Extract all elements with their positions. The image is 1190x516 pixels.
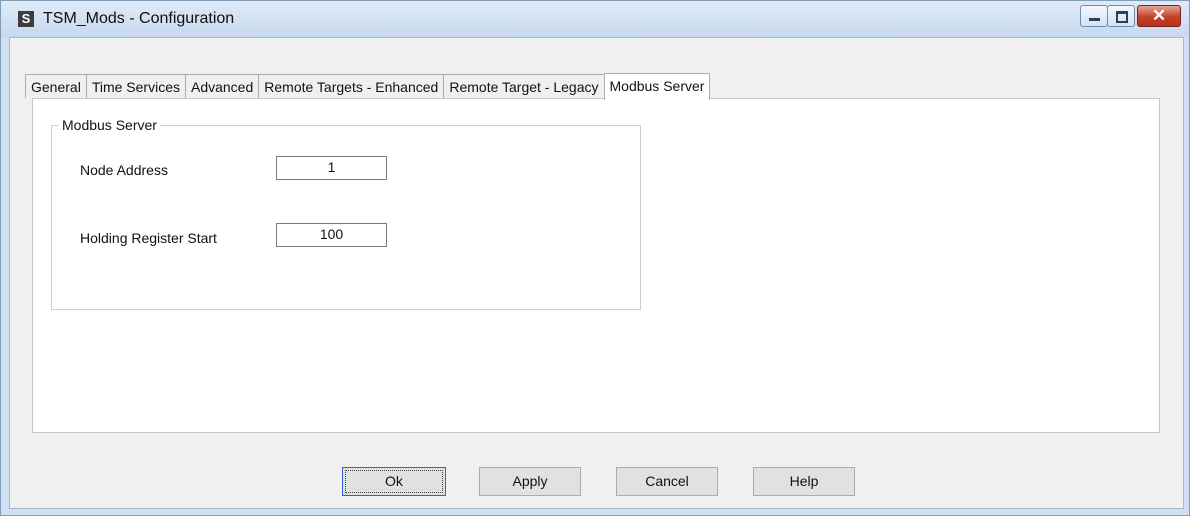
- maximize-icon: [1116, 11, 1128, 23]
- group-title: Modbus Server: [59, 116, 160, 134]
- help-button[interactable]: Help: [753, 467, 855, 496]
- close-button[interactable]: ✕: [1137, 5, 1181, 27]
- holding-register-start-input[interactable]: 100: [276, 223, 387, 247]
- tab-remote-target-legacy[interactable]: Remote Target - Legacy: [443, 74, 605, 98]
- apply-button[interactable]: Apply: [479, 467, 581, 496]
- tab-remote-targets-enhanced[interactable]: Remote Targets - Enhanced: [258, 74, 445, 98]
- cancel-button[interactable]: Cancel: [616, 467, 718, 496]
- minimize-button[interactable]: [1080, 5, 1108, 27]
- window-title: TSM_Mods - Configuration: [43, 10, 235, 27]
- focus-rectangle: [345, 470, 443, 493]
- holding-register-start-label: Holding Register Start: [80, 230, 217, 246]
- title-bar[interactable]: S TSM_Mods - Configuration ✕: [1, 1, 1189, 37]
- ok-button[interactable]: Ok: [342, 467, 446, 496]
- tab-time-services[interactable]: Time Services: [85, 74, 186, 98]
- tab-general[interactable]: General: [25, 74, 87, 98]
- app-logo-icon: S: [18, 11, 34, 27]
- maximize-button[interactable]: [1107, 5, 1135, 27]
- node-address-label: Node Address: [80, 162, 168, 178]
- tab-advanced[interactable]: Advanced: [184, 74, 260, 98]
- node-address-input[interactable]: 1: [276, 156, 387, 180]
- tab-strip: General Time Services Advanced Remote Ta…: [25, 73, 711, 100]
- minimize-icon: [1089, 18, 1100, 21]
- modbus-server-group: Modbus Server Node Address 1 Holding Reg…: [51, 116, 641, 310]
- tab-modbus-server[interactable]: Modbus Server: [603, 73, 711, 100]
- close-icon: ✕: [1151, 6, 1167, 25]
- config-window: S TSM_Mods - Configuration ✕ General Tim…: [0, 0, 1190, 516]
- tab-panel-modbus-server: Modbus Server Node Address 1 Holding Reg…: [32, 98, 1160, 433]
